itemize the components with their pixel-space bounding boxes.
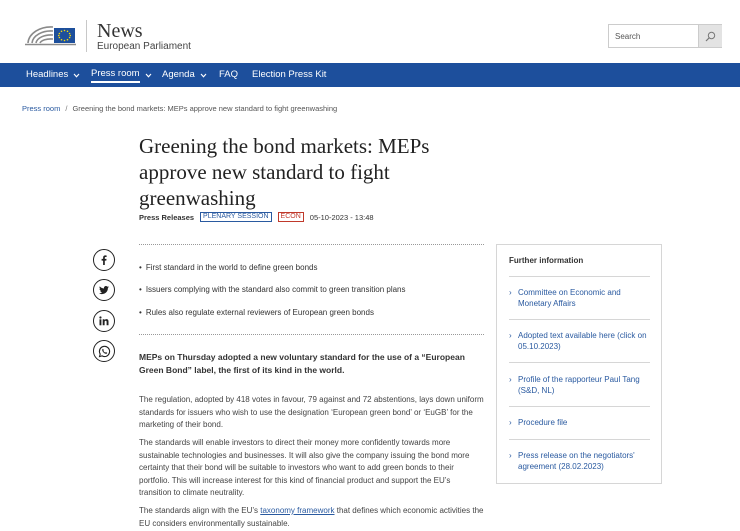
highlights-top-divider [139,244,484,245]
highlights-bottom-divider [139,334,484,335]
nav-item-press-room[interactable]: Press room [91,63,152,87]
whatsapp-icon [98,345,110,357]
econ-badge[interactable]: ECON [277,212,304,222]
breadcrumb-link-press-room[interactable]: Press room [22,104,60,113]
further-info-link-text: Adopted text available here (click on 05… [518,331,647,351]
highlight-text: Rules also regulate external reviewers o… [145,308,374,317]
twitter-icon [99,286,109,295]
taxonomy-framework-link[interactable]: taxonomy framework [260,506,334,515]
nav-item-headlines[interactable]: Headlines [26,63,80,87]
nav-item-agenda[interactable]: Agenda [162,63,207,87]
share-facebook-button[interactable] [93,249,115,271]
site-subtitle: European Parliament [97,41,191,52]
highlight-text: Issuers complying with the standard also… [145,285,406,294]
article-title: Greening the bond markets: MEPs approve … [139,134,430,210]
search-box [608,24,722,48]
info-divider [509,439,650,440]
share-linkedin-button[interactable] [93,310,115,332]
further-information-box: Further information › Committee on Econom… [496,244,662,484]
article-lead: MEPs on Thursday adopted a new voluntary… [139,352,465,375]
logo-divider [86,20,87,52]
further-info-link-text: Procedure file [518,418,568,427]
article-paragraph: The standards will enable investors to d… [139,438,470,497]
further-info-link-adopted-text[interactable]: › Adopted text available here (click on 0… [509,330,649,352]
chevron-down-icon [200,73,207,78]
breadcrumb: Press room / Greening the bond markets: ME… [22,104,337,113]
further-info-link-committee[interactable]: › Committee on Economic and Monetary Affa… [509,287,649,309]
further-info-link-procedure-file[interactable]: › Procedure file [509,417,649,428]
nav-item-label: Press room [91,67,140,83]
search-icon [705,31,716,41]
paragraph-text: The standards align with the EU’s [139,506,261,515]
highlight-item: • Issuers complying with the standard als… [139,285,406,294]
breadcrumb-current: Greening the bond markets: MEPs approve … [72,104,338,113]
highlight-item: • Rules also regulate external reviewers … [139,308,374,317]
further-info-link-text: Profile of the rapporteur Paul Tang (S&D… [518,375,640,395]
facebook-icon [101,255,107,265]
nav-item-label: Agenda [162,69,195,80]
share-twitter-button[interactable] [93,279,115,301]
info-divider [509,406,650,407]
plenary-session-badge[interactable]: PLENARY SESSION [200,212,272,222]
share-whatsapp-button[interactable] [93,340,115,362]
chevron-right-icon: › [509,418,512,427]
highlight-text: First standard in the world to define gr… [145,263,318,272]
further-info-link-press-release[interactable]: › Press release on the negotiators' agree… [509,450,649,472]
article-meta: Press Releases PLENARY SESSION ECON 05-1… [139,212,374,222]
info-divider [509,319,650,320]
chevron-down-icon [73,73,80,78]
article-date: 05-10-2023 - 13:48 [309,212,374,222]
chevron-right-icon: › [509,451,512,460]
nav-item-election-press-kit[interactable]: Election Press Kit [252,63,326,87]
further-information-title: Further information [509,256,584,265]
further-info-link-rapporteur[interactable]: › Profile of the rapporteur Paul Tang (S&… [509,374,649,396]
search-button[interactable] [698,25,722,47]
search-input[interactable] [609,25,698,47]
article-paragraph: The regulation, adopted by 418 votes in … [139,395,484,429]
article-paragraph: The standards align with the EU’s taxono… [139,505,484,530]
article-type[interactable]: Press Releases [139,213,194,222]
linkedin-icon [99,316,109,326]
site-header: News European Parliament [0,0,740,63]
european-parliament-logo[interactable] [25,18,76,51]
info-divider [509,362,650,363]
main-navigation: Headlines Press room Agenda FAQ Election… [0,63,740,87]
info-divider [509,276,650,277]
chevron-right-icon: › [509,288,512,297]
chevron-right-icon: › [509,331,512,340]
nav-item-label: Election Press Kit [252,69,327,80]
nav-item-label: FAQ [219,69,239,80]
chevron-down-icon [145,73,151,78]
breadcrumb-separator: / [65,104,68,113]
site-title[interactable]: News [97,20,143,43]
nav-item-label: Headlines [26,69,69,80]
chevron-right-icon: › [509,375,512,384]
highlight-item: • First standard in the world to define g… [139,263,318,272]
further-info-link-text: Press release on the negotiators' agreem… [518,451,635,471]
further-info-link-text: Committee on Economic and Monetary Affai… [518,288,621,308]
nav-item-faq[interactable]: FAQ [219,63,238,87]
